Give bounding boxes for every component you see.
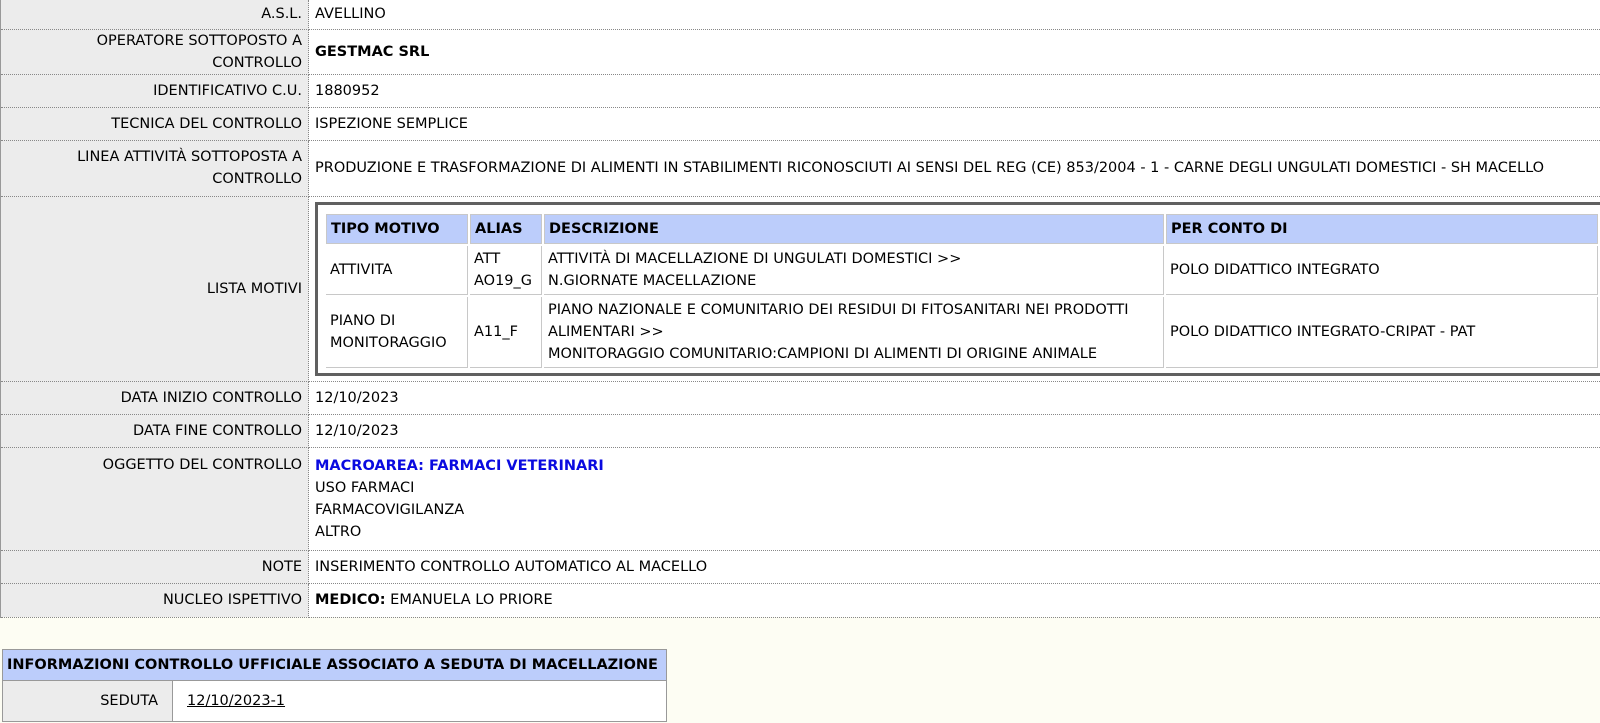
motivo-tipo-line: PIANO DI <box>330 312 396 329</box>
row-note: NOTE INSERIMENTO CONTROLLO AUTOMATICO AL… <box>0 550 1600 584</box>
oggetto-item: USO FARMACI <box>315 479 415 496</box>
motivi-header-row: TIPO MOTIVO ALIAS DESCRIZIONE PER CONTO … <box>326 213 1598 244</box>
data-inizio-label: DATA INIZIO CONTROLLO <box>0 381 309 415</box>
data-inizio-value: 12/10/2023 <box>308 381 1600 415</box>
motivo-descrizione-line: N.GIORNATE MACELLAZIONE <box>548 272 757 289</box>
header-alias: ALIAS <box>470 213 542 244</box>
row-linea: LINEA ATTIVITÀ SOTTOPOSTA A CONTROLLO PR… <box>0 140 1600 197</box>
nucleo-label: NUCLEO ISPETTIVO <box>0 583 309 618</box>
row-data-fine: DATA FINE CONTROLLO 12/10/2023 <box>0 414 1600 448</box>
asl-value: AVELLINO <box>308 0 1600 30</box>
motivo-alias-line: AO19_G <box>474 272 533 289</box>
motivo-descrizione: PIANO NAZIONALE E COMUNITARIO DEI RESIDU… <box>544 296 1164 368</box>
motivo-per-conto-di: POLO DIDATTICO INTEGRATO <box>1166 245 1598 295</box>
linea-label-line2: CONTROLLO <box>212 171 302 187</box>
row-motivi: LISTA MOTIVI TIPO MOTIVO ALIAS DESCRIZIO… <box>0 196 1600 382</box>
motivo-alias: A11_F <box>470 296 542 368</box>
linea-label: LINEA ATTIVITÀ SOTTOPOSTA A CONTROLLO <box>0 140 309 197</box>
oggetto-item: ALTRO <box>315 523 362 540</box>
motivi-table: TIPO MOTIVO ALIAS DESCRIZIONE PER CONTO … <box>324 212 1600 370</box>
motivo-alias-line: ATT <box>474 250 501 267</box>
row-operatore: OPERATORE SOTTOPOSTO A CONTROLLO GESTMAC… <box>0 29 1600 75</box>
motivo-row: ATTIVITA ATT AO19_G ATTIVITÀ DI MACELLAZI… <box>326 245 1598 295</box>
row-seduta: SEDUTA 12/10/2023-1 <box>2 680 667 722</box>
note-label: NOTE <box>0 550 309 584</box>
note-value: INSERIMENTO CONTROLLO AUTOMATICO AL MACE… <box>308 550 1600 584</box>
motivi-box: TIPO MOTIVO ALIAS DESCRIZIONE PER CONTO … <box>315 201 1600 376</box>
oggetto-item: FARMACOVIGILANZA <box>315 501 465 518</box>
tecnica-label: TECNICA DEL CONTROLLO <box>0 107 309 141</box>
row-data-inizio: DATA INIZIO CONTROLLO 12/10/2023 <box>0 381 1600 415</box>
motivo-descrizione-line: ALIMENTARI >> <box>548 323 664 340</box>
motivi-label: LISTA MOTIVI <box>0 196 309 382</box>
nucleo-name: EMANUELA LO PRIORE <box>390 592 553 608</box>
seduta-info-table: INFORMAZIONI CONTROLLO UFFICIALE ASSOCIA… <box>2 649 667 722</box>
linea-label-line1: LINEA ATTIVITÀ SOTTOPOSTA A <box>77 149 302 165</box>
row-nucleo: NUCLEO ISPETTIVO MEDICO: EMANUELA LO PRI… <box>0 583 1600 618</box>
macroarea-title: MACROAREA: FARMACI VETERINARI <box>315 457 604 474</box>
motivo-alias: ATT AO19_G <box>470 245 542 295</box>
controllo-details-table: A.S.L. AVELLINO OPERATORE SOTTOPOSTO A C… <box>0 0 1600 618</box>
seduta-section-title: INFORMAZIONI CONTROLLO UFFICIALE ASSOCIA… <box>2 649 667 681</box>
row-asl: A.S.L. AVELLINO <box>0 0 1600 30</box>
motivo-descrizione: ATTIVITÀ DI MACELLAZIONE DI UNGULATI DOM… <box>544 245 1164 295</box>
motivo-tipo: PIANO DI MONITORAGGIO <box>326 296 468 368</box>
header-tipo-motivo: TIPO MOTIVO <box>326 213 468 244</box>
motivo-row: PIANO DI MONITORAGGIO A11_F PIANO NAZIONA… <box>326 296 1598 368</box>
motivo-tipo: ATTIVITA <box>326 245 468 295</box>
asl-label: A.S.L. <box>0 0 309 30</box>
identificativo-label: IDENTIFICATIVO C.U. <box>0 74 309 108</box>
operatore-value: GESTMAC SRL <box>308 29 1600 75</box>
row-tecnica: TECNICA DEL CONTROLLO ISPEZIONE SEMPLICE <box>0 107 1600 141</box>
motivo-descrizione-line: MONITORAGGIO COMUNITARIO:CAMPIONI DI ALI… <box>548 345 1098 362</box>
oggetto-label: OGGETTO DEL CONTROLLO <box>0 447 309 551</box>
row-identificativo: IDENTIFICATIVO C.U. 1880952 <box>0 74 1600 108</box>
motivo-descrizione-line: ATTIVITÀ DI MACELLAZIONE DI UNGULATI DOM… <box>548 250 962 267</box>
header-per-conto-di: PER CONTO DI <box>1166 213 1598 244</box>
motivo-descrizione-line: PIANO NAZIONALE E COMUNITARIO DEI RESIDU… <box>548 301 1129 318</box>
motivo-tipo-line: MONITORAGGIO <box>330 334 447 351</box>
motivo-per-conto-di: POLO DIDATTICO INTEGRATO-CRIPAT - PAT <box>1166 296 1598 368</box>
seduta-link[interactable]: 12/10/2023-1 <box>187 693 285 709</box>
motivo-tipo-line: ATTIVITA <box>330 261 393 278</box>
data-fine-value: 12/10/2023 <box>308 414 1600 448</box>
operatore-label: OPERATORE SOTTOPOSTO A CONTROLLO <box>0 29 309 75</box>
nucleo-role: MEDICO: <box>315 592 386 608</box>
seduta-label: SEDUTA <box>2 680 173 722</box>
identificativo-value: 1880952 <box>308 74 1600 108</box>
tecnica-value: ISPEZIONE SEMPLICE <box>308 107 1600 141</box>
row-oggetto: OGGETTO DEL CONTROLLO MACROAREA: FARMACI… <box>0 447 1600 551</box>
oggetto-value: MACROAREA: FARMACI VETERINARI USO FARMAC… <box>308 447 1600 551</box>
header-descrizione: DESCRIZIONE <box>544 213 1164 244</box>
motivo-alias-line: A11_F <box>474 323 518 340</box>
data-fine-label: DATA FINE CONTROLLO <box>0 414 309 448</box>
linea-value: PRODUZIONE E TRASFORMAZIONE DI ALIMENTI … <box>308 140 1600 197</box>
nucleo-value: MEDICO: EMANUELA LO PRIORE <box>308 583 1600 618</box>
